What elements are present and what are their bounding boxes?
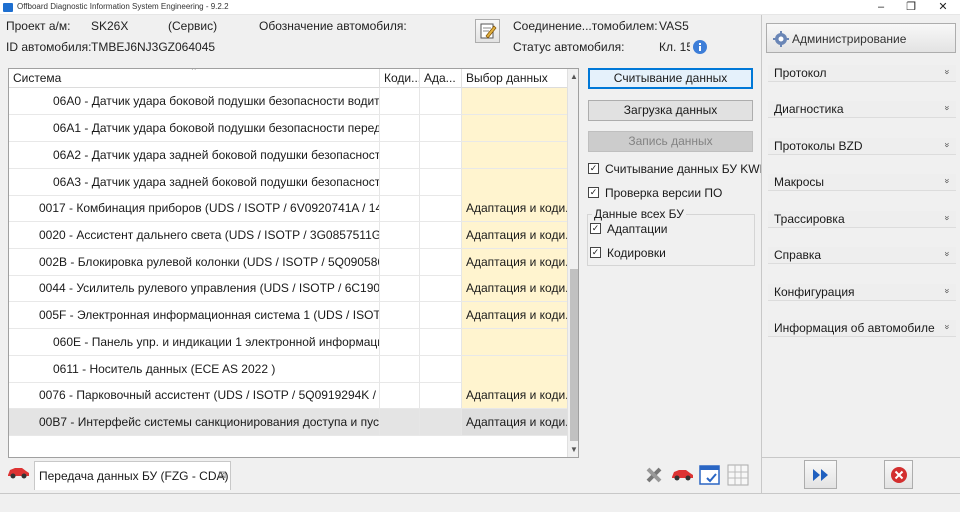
chevron-down-icon: » xyxy=(942,178,953,184)
write-data-button[interactable]: Запись данных xyxy=(588,131,753,152)
info-icon[interactable] xyxy=(692,39,708,55)
accordion-configuration[interactable]: Конфигурация» xyxy=(768,284,956,301)
accordion-vehicle-info[interactable]: Информация об автомобиле» xyxy=(768,320,956,337)
status-label: Статус автомобиля: xyxy=(513,40,625,54)
table-row[interactable]: 0044 - Усилитель рулевого управления (UD… xyxy=(9,275,568,302)
codings-label: Кодировки xyxy=(607,246,666,260)
accordion-macros[interactable]: Макросы» xyxy=(768,174,956,191)
car-icon[interactable] xyxy=(6,464,30,480)
accordion-tracing[interactable]: Трассировка» xyxy=(768,211,956,228)
scroll-up-icon[interactable]: ▲ xyxy=(570,72,578,81)
chevron-down-icon: » xyxy=(942,105,953,111)
checklist-icon[interactable] xyxy=(699,464,721,486)
chevron-down-icon: » xyxy=(942,288,953,294)
sort-arrow-icon: ⌃ xyxy=(190,68,198,76)
table-row-selected[interactable]: 00B7 - Интерфейс системы санкционировани… xyxy=(9,409,568,436)
table-row[interactable]: 002B - Блокировка рулевой колонки (UDS /… xyxy=(9,249,568,276)
double-chevron-right-icon xyxy=(813,469,828,481)
read-kwp-label: Считывание данных БУ KWP xyxy=(605,162,768,176)
load-data-button[interactable]: Загрузка данных xyxy=(588,100,753,121)
designation-label: Обозначение автомобиля: xyxy=(259,19,407,33)
table-row[interactable]: 0017 - Комбинация приборов (UDS / ISOTP … xyxy=(9,195,568,222)
table-row[interactable]: 005F - Электронная информационная систем… xyxy=(9,302,568,329)
cancel-button[interactable] xyxy=(884,460,913,489)
codings-checkbox[interactable]: ✓ xyxy=(590,247,601,258)
minimize-button[interactable]: – xyxy=(866,0,896,15)
tab-label: Передача данных БУ (FZG - CDA) xyxy=(39,469,229,483)
all-data-group-title: Данные всех БУ xyxy=(592,207,686,221)
table-row[interactable]: 06A0 - Датчик удара боковой подушки безо… xyxy=(9,88,568,115)
bottom-tab-bar: Передача данных БУ (FZG - CDA) ⊠ xyxy=(0,458,760,493)
chevron-down-icon: » xyxy=(942,69,953,75)
close-window-button[interactable]: ✕ xyxy=(928,0,958,15)
project-value: SK26X xyxy=(91,19,129,33)
service-value: (Сервис) xyxy=(168,19,218,33)
tab-ecu-data-transfer[interactable]: Передача данных БУ (FZG - CDA) ⊠ xyxy=(34,461,231,490)
vehicle-id-value: TMBEJ6NJ3GZ064045 xyxy=(91,40,216,54)
table-header: Система Коди... Ада... Выбор данных xyxy=(9,69,568,88)
panel-divider xyxy=(762,457,960,458)
chevron-down-icon: » xyxy=(942,215,953,221)
vehicle-icon[interactable] xyxy=(670,466,694,482)
connection-label: Соединение...томобилем: xyxy=(513,19,658,33)
column-header-coding[interactable]: Коди... xyxy=(380,69,420,88)
table-row[interactable]: 06A2 - Датчик удара задней боковой подуш… xyxy=(9,142,568,169)
chevron-down-icon: » xyxy=(942,324,953,330)
read-kwp-checkbox[interactable]: ✓ xyxy=(588,163,599,174)
column-header-adaptation[interactable]: Ада... xyxy=(420,69,462,88)
table-row[interactable]: 06A1 - Датчик удара боковой подушки безо… xyxy=(9,115,568,142)
edit-note-icon xyxy=(480,23,497,39)
vehicle-id-label: ID автомобиля: xyxy=(6,40,92,54)
settings-icon xyxy=(773,31,789,47)
tools-icon[interactable] xyxy=(644,464,666,486)
accordion-help[interactable]: Справка» xyxy=(768,247,956,264)
read-data-button[interactable]: Считывание данных xyxy=(588,68,753,89)
edit-designation-button[interactable] xyxy=(475,19,500,43)
table-row[interactable]: 0020 - Ассистент дальнего света (UDS / I… xyxy=(9,222,568,249)
chevron-down-icon: » xyxy=(942,251,953,257)
table-row[interactable]: 0076 - Парковочный ассистент (UDS / ISOT… xyxy=(9,382,568,409)
chevron-down-icon: » xyxy=(942,142,953,148)
status-value: Кл. 15 xyxy=(659,40,690,54)
administration-label: Администрирование xyxy=(792,32,907,46)
app-title: Offboard Diagnostic Information System E… xyxy=(17,2,229,11)
close-circle-icon xyxy=(891,467,907,483)
tab-close-icon[interactable]: ⊠ xyxy=(218,470,226,481)
adaptations-label: Адаптации xyxy=(607,222,668,236)
adaptations-checkbox[interactable]: ✓ xyxy=(590,223,601,234)
accordion-protocol[interactable]: Протокол» xyxy=(768,65,956,82)
grid-icon[interactable] xyxy=(727,464,749,486)
restore-button[interactable]: ❐ xyxy=(896,0,926,15)
ecu-table: Система Коди... Ада... Выбор данных ⌃ 06… xyxy=(8,68,579,458)
check-sw-checkbox[interactable]: ✓ xyxy=(588,187,599,198)
accordion-bzd-protocols[interactable]: Протоколы BZD» xyxy=(768,138,956,155)
check-sw-label: Проверка версии ПО xyxy=(605,186,723,200)
table-row[interactable]: 060E - Панель упр. и индикации 1 электро… xyxy=(9,329,568,356)
column-header-data-selection[interactable]: Выбор данных xyxy=(462,69,568,88)
scroll-down-icon[interactable]: ▼ xyxy=(570,445,578,454)
accordion-diagnostics[interactable]: Диагностика» xyxy=(768,101,956,118)
administration-button[interactable]: Администрирование xyxy=(766,23,956,53)
vehicle-info-panel: Проект а/м: SK26X (Сервис) Обозначение а… xyxy=(0,15,760,65)
scrollbar-thumb[interactable] xyxy=(570,269,578,441)
app-icon xyxy=(3,3,13,12)
forward-button[interactable] xyxy=(804,460,837,489)
connection-value: VAS5 xyxy=(659,19,689,33)
status-bar xyxy=(0,493,960,512)
table-row[interactable]: 06A3 - Датчик удара задней боковой подуш… xyxy=(9,169,568,196)
table-scrollbar[interactable]: ▲ ▼ xyxy=(567,69,578,457)
project-label: Проект а/м: xyxy=(6,19,71,33)
table-row[interactable]: 0611 - Носитель данных (ECE AS 2022 ) xyxy=(9,356,568,383)
title-bar: Offboard Diagnostic Information System E… xyxy=(0,0,960,15)
